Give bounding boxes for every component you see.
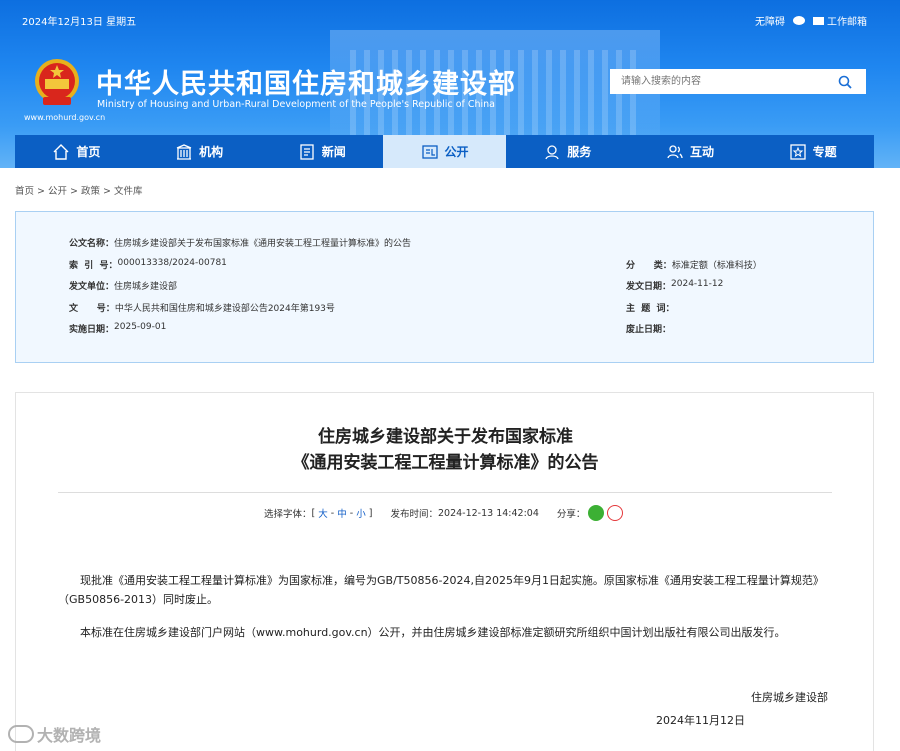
info-subject: 主 题 词： (626, 304, 675, 314)
nav-open[interactable]: 公开 (383, 135, 506, 168)
service-icon (545, 144, 559, 159)
weibo-share-icon[interactable] (607, 505, 624, 521)
nav-institution[interactable]: 机构 (138, 135, 261, 168)
share-label: 分享： (556, 509, 586, 520)
info-issue-date: 发文日期： 2024-11-12 (626, 279, 724, 292)
nav-service[interactable]: 服务 (506, 135, 629, 168)
nav-topic[interactable]: 专题 (751, 135, 874, 168)
breadcrumb[interactable]: 首页 > 公开 > 政策 > 文件库 (15, 183, 143, 197)
article-meta: 选择字体： [ 大 - 中 - 小 ] 发布时间： 2024-12-13 14:… (264, 505, 624, 521)
publish-time-label: 发布时间： (390, 509, 438, 520)
search-bar (610, 69, 866, 94)
top-links: 无障碍 工作邮箱 (755, 13, 867, 28)
current-date: 2024年12月13日 星期五 (22, 17, 137, 28)
font-small-button[interactable]: 小 (356, 506, 366, 520)
building-icon (176, 143, 192, 160)
document-info-panel: 公文名称： 住房城乡建设部关于发布国家标准《通用安装工程工程量计算标准》的公告 索… (15, 211, 874, 363)
site-title: 中华人民共和国住房和城乡建设部 (96, 69, 516, 100)
info-effective-date: 实施日期： 2025-09-01 (69, 322, 167, 335)
mail-link[interactable]: 工作邮箱 (813, 13, 867, 28)
info-doc-number: 文 号： 中华人民共和国住房和城乡建设部公告2024年第193号 (69, 304, 335, 314)
watermark: 大数跨境 (8, 722, 101, 746)
site-url: www.mohurd.gov.cn (24, 113, 106, 122)
home-icon (53, 143, 69, 160)
article-title-line1: 住房城乡建设部关于发布国家标准 (318, 427, 573, 447)
wechat-icon[interactable] (793, 16, 805, 25)
nav-interaction[interactable]: 互动 (629, 135, 752, 168)
font-medium-button[interactable]: 中 (337, 506, 347, 520)
info-issuer: 发文单位： 住房城乡建设部 (69, 282, 178, 292)
info-expiry-date: 废止日期： (626, 325, 672, 335)
article-title-line2: 《通用安装工程工程量计算标准》的公告 (292, 453, 599, 473)
national-emblem-icon (35, 59, 79, 105)
article-paragraph-1: 现批准《通用安装工程工程量计算标准》为国家标准，编号为GB/T50856-202… (58, 574, 824, 606)
article: 住房城乡建设部关于发布国家标准 《通用安装工程工程量计算标准》的公告 选择字体：… (15, 392, 874, 751)
interaction-icon (667, 144, 683, 158)
news-icon (300, 143, 314, 160)
accessibility-link[interactable]: 无障碍 (755, 13, 785, 28)
info-index: 索 引 号： 000013338/2024-00781 (69, 258, 227, 271)
site-subtitle: Ministry of Housing and Urban-Rural Deve… (97, 99, 496, 110)
nav-home[interactable]: 首页 (15, 135, 138, 168)
nav-news[interactable]: 新闻 (260, 135, 383, 168)
title-divider (58, 492, 832, 493)
search-button[interactable] (824, 69, 866, 94)
mail-icon (813, 16, 824, 25)
info-doc-name: 公文名称： 住房城乡建设部关于发布国家标准《通用安装工程工程量计算标准》的公告 (69, 239, 412, 249)
article-paragraph-2: 本标准在住房城乡建设部门户网站（www.mohurd.gov.cn）公开，并由住… (80, 626, 786, 639)
open-icon (421, 144, 438, 159)
sign-date: 2024年11月12日 (656, 714, 745, 727)
font-size-label: 选择字体： (264, 509, 312, 520)
search-icon (838, 75, 852, 89)
topic-icon (790, 143, 806, 160)
publish-time: 2024-12-13 14:42:04 (437, 507, 539, 519)
watermark-logo-icon (8, 725, 34, 743)
main-nav: 首页 机构 新闻 公开 服务 互动 专题 (15, 135, 874, 168)
signer: 住房城乡建设部 (751, 691, 828, 704)
info-category: 分 类： 标准定额（标准科技） (626, 261, 762, 271)
wechat-share-icon[interactable] (588, 505, 605, 521)
font-large-button[interactable]: 大 (318, 506, 328, 520)
search-input[interactable] (610, 69, 824, 94)
